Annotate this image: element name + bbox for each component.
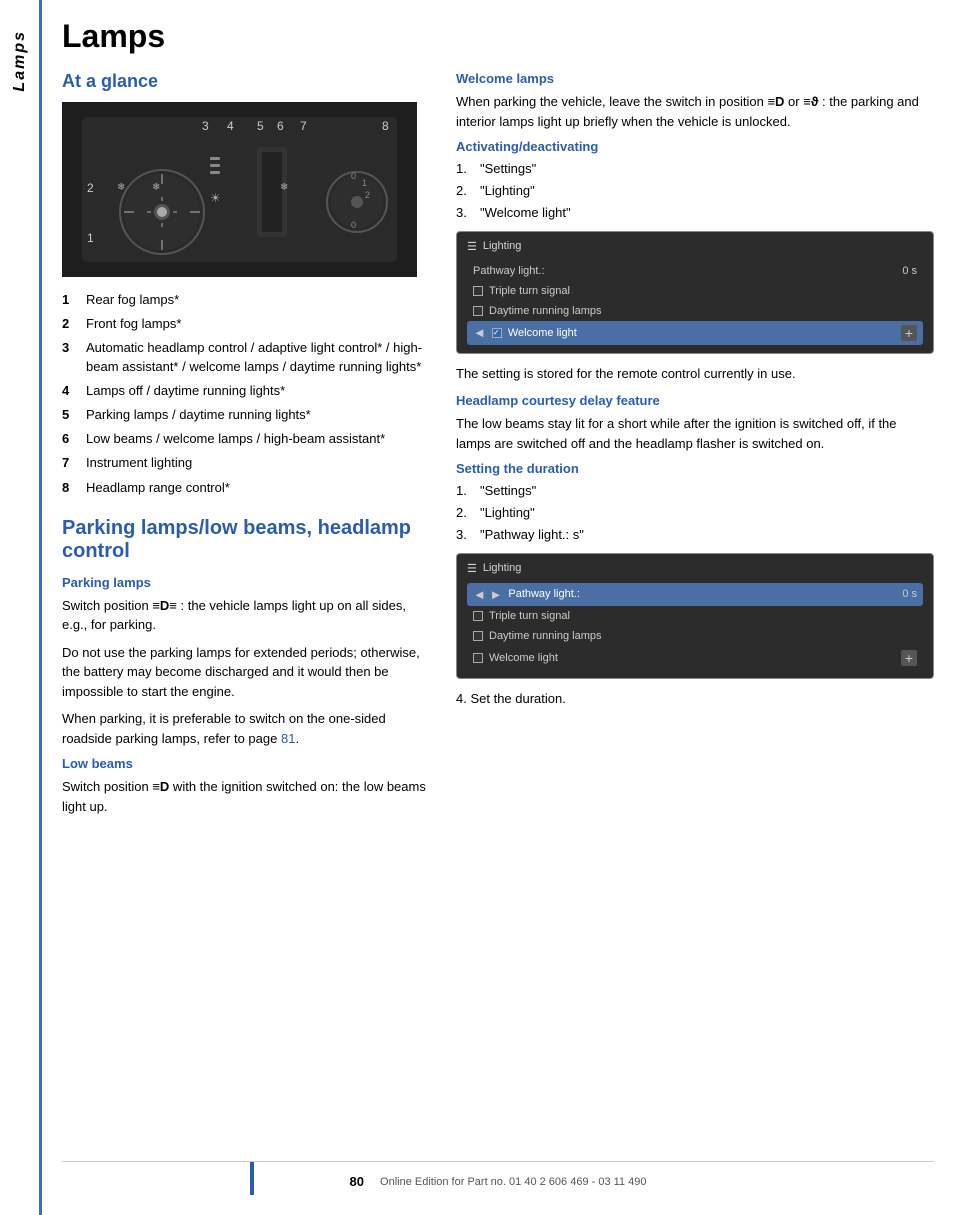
welcome-checkbox[interactable] — [492, 328, 502, 338]
activating-steps: 1."Settings" 2."Lighting" 3."Welcome lig… — [456, 160, 934, 223]
nav-arrows-2[interactable]: ◄ ► — [473, 587, 502, 602]
lighting-ui-2: ☰ Lighting ◄ ► Pathway light.: 0 s T — [456, 553, 934, 679]
list-item: 6Low beams / welcome lamps / high-beam a… — [62, 430, 432, 448]
triple-turn-checkbox-2[interactable] — [473, 611, 483, 621]
two-col-layout: At a glance 3 4 5 6 7 8 — [62, 71, 934, 1145]
svg-text:4: 4 — [227, 119, 234, 133]
svg-text:5: 5 — [257, 119, 264, 133]
svg-text:3: 3 — [202, 119, 209, 133]
list-item: 3Automatic headlamp control / adaptive l… — [62, 339, 432, 375]
list-item: 2Front fog lamps* — [62, 315, 432, 333]
low-beams-heading: Low beams — [62, 756, 432, 771]
plus-button-2[interactable]: + — [901, 650, 917, 666]
duration-step-item: 3."Pathway light.: s" — [456, 526, 934, 544]
svg-text:0: 0 — [351, 220, 356, 230]
welcome-lamps-p1: When parking the vehicle, leave the swit… — [456, 92, 934, 131]
daytime-checkbox-2[interactable] — [473, 631, 483, 641]
svg-text:6: 6 — [277, 119, 284, 133]
svg-text:2: 2 — [365, 190, 370, 200]
triple-turn-row: Triple turn signal — [467, 281, 923, 301]
lighting-ui-1: ☰ Lighting Pathway light.: 0 s Triple tu… — [456, 231, 934, 354]
svg-text:❄: ❄ — [117, 182, 125, 193]
lighting-icon: ☰ — [467, 240, 477, 253]
step-item: 3."Welcome light" — [456, 204, 934, 222]
left-column: At a glance 3 4 5 6 7 8 — [62, 71, 432, 1145]
pathway-label: Pathway light.: — [473, 265, 545, 277]
setting-duration-heading: Setting the duration — [456, 461, 934, 476]
triple-turn-checkbox[interactable] — [473, 286, 483, 296]
svg-text:1: 1 — [87, 231, 94, 245]
pathway-row: Pathway light.: 0 s — [467, 261, 923, 281]
main-content: Lamps At a glance 3 4 5 6 — [42, 0, 954, 1215]
blue-bar — [250, 1162, 254, 1195]
activating-heading: Activating/deactivating — [456, 139, 934, 154]
duration-step-item: 2."Lighting" — [456, 504, 934, 522]
list-item: 8Headlamp range control* — [62, 479, 432, 497]
welcome-label-2: Welcome light — [489, 652, 558, 664]
section2-heading: Parking lamps/low beams, headlamp contro… — [62, 517, 432, 563]
setting-stored-text: The setting is stored for the remote con… — [456, 364, 934, 384]
low-beams-p1: Switch position ≡D with the ignition swi… — [62, 777, 432, 816]
page-number: 80 — [350, 1174, 364, 1189]
page-title: Lamps — [62, 18, 934, 55]
page-footer: 80 Online Edition for Part no. 01 40 2 6… — [62, 1161, 934, 1195]
daytime-running-row: Daytime running lamps — [467, 301, 923, 321]
lighting-2-icon: ☰ — [467, 562, 477, 575]
step-item: 2."Lighting" — [456, 182, 934, 200]
parking-lamps-p3: When parking, it is preferable to switch… — [62, 709, 432, 748]
plus-button[interactable]: + — [901, 325, 917, 341]
parking-lamps-p2: Do not use the parking lamps for extende… — [62, 643, 432, 702]
sidebar-label: Lamps — [11, 30, 29, 92]
right-column: Welcome lamps When parking the vehicle, … — [456, 71, 934, 1145]
parking-lamps-p1: Switch position ≡D≡ : the vehicle lamps … — [62, 596, 432, 635]
lamp-diagram: 3 4 5 6 7 8 2 1 — [62, 102, 417, 277]
list-item: 7Instrument lighting — [62, 454, 432, 472]
welcome-light-row: ◄ Welcome light + — [467, 321, 923, 345]
pathway-row-2: ◄ ► Pathway light.: 0 s — [467, 583, 923, 606]
list-item: 4Lamps off / daytime running lights* — [62, 382, 432, 400]
pathway-value-2: 0 s — [902, 588, 917, 600]
pathway-label-2: Pathway light.: — [508, 588, 580, 600]
sidebar: Lamps — [0, 0, 42, 1215]
duration-step-item: 1."Settings" — [456, 482, 934, 500]
lighting-ui-title: ☰ Lighting — [467, 240, 923, 253]
lighting-ui-2-title: ☰ Lighting — [467, 562, 923, 575]
welcome-light-row-2: Welcome light + — [467, 646, 923, 670]
triple-turn-label: Triple turn signal — [489, 285, 570, 297]
triple-turn-label-2: Triple turn signal — [489, 610, 570, 622]
svg-text:❄: ❄ — [280, 182, 288, 193]
component-list: 1Rear fog lamps* 2Front fog lamps* 3Auto… — [62, 291, 432, 497]
svg-text:7: 7 — [300, 119, 307, 133]
section1-heading: At a glance — [62, 71, 432, 92]
svg-text:2: 2 — [87, 181, 94, 195]
triple-turn-row-2: Triple turn signal — [467, 606, 923, 626]
daytime-checkbox[interactable] — [473, 306, 483, 316]
svg-text:8: 8 — [382, 119, 389, 133]
duration-steps: 1."Settings" 2."Lighting" 3."Pathway lig… — [456, 482, 934, 545]
daytime-label: Daytime running lamps — [489, 305, 602, 317]
svg-text:☀: ☀ — [210, 191, 221, 205]
headlamp-delay-p1: The low beams stay lit for a short while… — [456, 414, 934, 453]
step4-text: 4. Set the duration. — [456, 689, 934, 709]
pathway-value: 0 s — [902, 265, 917, 277]
footer-text: Online Edition for Part no. 01 40 2 606 … — [380, 1176, 646, 1188]
welcome-lamps-heading: Welcome lamps — [456, 71, 934, 86]
step-item: 1."Settings" — [456, 160, 934, 178]
welcome-checkbox-2[interactable] — [473, 653, 483, 663]
svg-text:0: 0 — [351, 171, 356, 181]
list-item: 5Parking lamps / daytime running lights* — [62, 406, 432, 424]
nav-left-icon[interactable]: ◄ — [473, 325, 486, 340]
list-item: 1Rear fog lamps* — [62, 291, 432, 309]
welcome-label: Welcome light — [508, 327, 577, 339]
parking-lamps-heading: Parking lamps — [62, 575, 432, 590]
daytime-label-2: Daytime running lamps — [489, 630, 602, 642]
headlamp-delay-heading: Headlamp courtesy delay feature — [456, 393, 934, 408]
svg-text:❄: ❄ — [152, 182, 160, 193]
daytime-running-row-2: Daytime running lamps — [467, 626, 923, 646]
svg-text:1: 1 — [362, 178, 367, 188]
